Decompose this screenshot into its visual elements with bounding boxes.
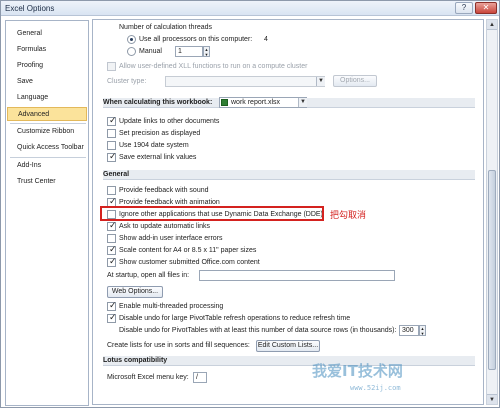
sidebar-item-language[interactable]: Language xyxy=(7,91,87,105)
workbook-select-value: work report.xlsx xyxy=(231,99,281,106)
sidebar-item-quick-access-toolbar[interactable]: Quick Access Toolbar xyxy=(7,141,87,155)
multithreaded-checkbox[interactable] xyxy=(107,300,117,311)
cluster-type-label: Cluster type: xyxy=(107,78,147,85)
chevron-down-icon: ▼ xyxy=(298,98,307,107)
undo-rows-spinner[interactable]: ▲ ▼ xyxy=(419,325,426,336)
manual-threads-radio[interactable] xyxy=(127,47,136,56)
feedback-sound-label: Provide feedback with sound xyxy=(119,187,209,194)
manual-threads-field[interactable]: 1 xyxy=(175,46,203,57)
help-icon[interactable]: ? xyxy=(455,2,473,14)
sidebar-divider xyxy=(10,157,86,158)
allow-xll-checkbox[interactable] xyxy=(107,62,116,71)
workbook-section-heading: When calculating this workbook: xyxy=(103,99,213,106)
window-title: Excel Options xyxy=(5,4,55,13)
startup-folder-label: At startup, open all files in: xyxy=(107,272,190,279)
all-processors-label: Use all processors on this computer: xyxy=(139,36,253,43)
allow-xll-label: Allow user-defined XLL functions to run … xyxy=(119,63,308,70)
manual-threads-spinner[interactable]: ▲ ▼ xyxy=(203,46,210,57)
sidebar-item-save[interactable]: Save xyxy=(7,75,87,89)
addin-errors-checkbox[interactable] xyxy=(107,234,116,243)
all-processors-radio[interactable] xyxy=(127,35,136,44)
scrollbar-thumb[interactable] xyxy=(488,170,496,370)
chevron-down-icon: ▼ xyxy=(316,77,325,86)
ask-update-links-checkbox[interactable] xyxy=(107,220,117,231)
cluster-options-button[interactable]: Options... xyxy=(333,75,377,87)
feedback-animation-label: Provide feedback with animation xyxy=(119,199,220,206)
watermark-url: www.52ij.com xyxy=(350,384,401,392)
office-content-label: Show customer submitted Office.com conte… xyxy=(119,259,260,266)
save-external-links-checkbox[interactable] xyxy=(107,151,117,162)
date-1904-label: Use 1904 date system xyxy=(119,142,189,149)
scroll-up-icon[interactable]: ▲ xyxy=(487,20,497,30)
precision-label: Set precision as displayed xyxy=(119,130,201,137)
undo-rows-field[interactable]: 300 xyxy=(399,325,419,336)
web-options-button[interactable]: Web Options... xyxy=(107,286,163,298)
manual-threads-label: Manual xyxy=(139,48,162,55)
undo-pivot-checkbox[interactable] xyxy=(107,312,117,323)
close-icon[interactable]: ✕ xyxy=(475,2,497,14)
workbook-select[interactable]: work report.xlsx ▼ xyxy=(219,97,307,108)
excel-file-icon xyxy=(221,99,228,106)
startup-folder-input[interactable] xyxy=(199,270,395,281)
update-links-checkbox[interactable] xyxy=(107,115,117,126)
lotus-section-heading: Lotus compatibility xyxy=(103,357,168,364)
multithreaded-label: Enable multi-threaded processing xyxy=(119,303,224,310)
menu-key-label: Microsoft Excel menu key: xyxy=(107,374,189,381)
sidebar-item-proofing[interactable]: Proofing xyxy=(7,59,87,73)
sidebar-item-trust-center[interactable]: Trust Center xyxy=(7,175,87,189)
ask-update-links-label: Ask to update automatic links xyxy=(119,223,211,230)
sidebar-item-general[interactable]: General xyxy=(7,27,87,41)
sidebar-divider xyxy=(10,123,86,124)
cluster-type-dropdown[interactable]: ▼ xyxy=(165,76,325,87)
scale-content-checkbox[interactable] xyxy=(107,244,117,255)
date-1904-checkbox[interactable] xyxy=(107,141,116,150)
update-links-label: Update links to other documents xyxy=(119,118,220,125)
title-bar: Excel Options ? ✕ xyxy=(1,1,499,16)
processor-count: 4 xyxy=(264,36,268,43)
undo-rows-label: Disable undo for PivotTables with at lea… xyxy=(119,327,397,334)
sidebar-item-customize-ribbon[interactable]: Customize Ribbon xyxy=(7,125,87,139)
annotation-highlight-box xyxy=(100,206,324,221)
content-scrollbar[interactable]: ▲ ▼ xyxy=(486,19,498,405)
sort-lists-label: Create lists for use in sorts and fill s… xyxy=(107,342,250,349)
scale-content-label: Scale content for A4 or 8.5 x 11" paper … xyxy=(119,247,257,254)
addin-errors-label: Show add-in user interface errors xyxy=(119,235,223,242)
edit-custom-lists-button[interactable]: Edit Custom Lists... xyxy=(256,340,320,352)
office-content-checkbox[interactable] xyxy=(107,256,117,267)
threads-heading: Number of calculation threads xyxy=(119,24,212,31)
options-sidebar: General Formulas Proofing Save Language … xyxy=(5,20,89,406)
sidebar-item-add-ins[interactable]: Add-Ins xyxy=(7,159,87,173)
save-external-links-label: Save external link values xyxy=(119,154,197,161)
scroll-down-icon[interactable]: ▼ xyxy=(487,394,497,404)
precision-checkbox[interactable] xyxy=(107,129,116,138)
annotation-text: 把勾取消 xyxy=(330,211,367,221)
general-section-heading: General xyxy=(103,171,130,178)
sidebar-item-formulas[interactable]: Formulas xyxy=(7,43,87,57)
feedback-sound-checkbox[interactable] xyxy=(107,186,116,195)
sidebar-item-advanced[interactable]: Advanced xyxy=(7,107,87,121)
undo-pivot-label: Disable undo for large PivotTable refres… xyxy=(119,315,351,322)
menu-key-field[interactable]: / xyxy=(193,372,207,383)
watermark-logo: 我爱IT技术网 xyxy=(312,362,403,380)
section-header-bar xyxy=(103,170,475,180)
